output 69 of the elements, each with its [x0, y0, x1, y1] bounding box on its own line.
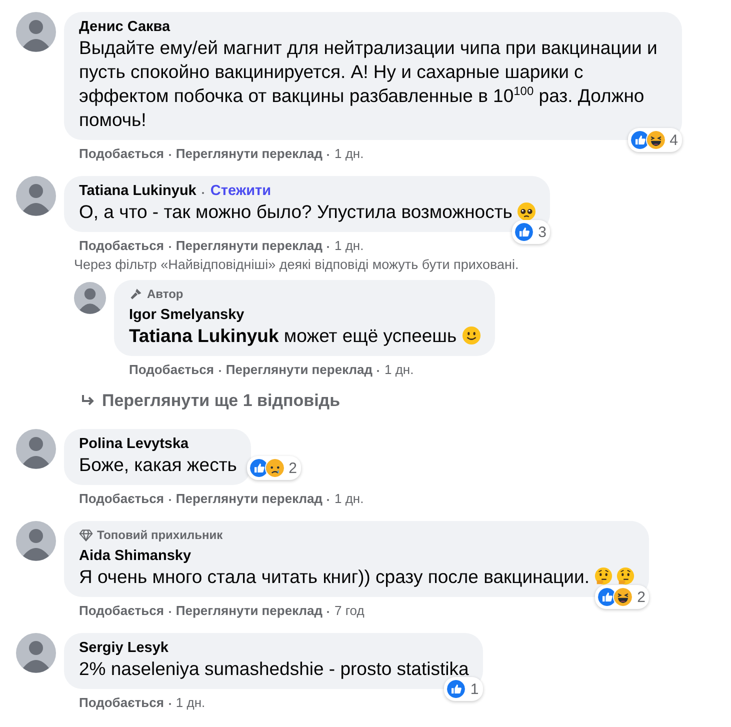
avatar[interactable]	[16, 429, 56, 469]
timestamp[interactable]: 1 дн.	[384, 362, 414, 377]
badge-label: Автор	[147, 287, 184, 301]
smiling-emoji-icon	[462, 326, 481, 345]
reaction-pill[interactable]: 2	[595, 585, 650, 609]
laughing-emoji-icon	[646, 130, 666, 150]
timestamp[interactable]: 1 дн.	[334, 491, 364, 506]
like-icon	[514, 222, 534, 242]
separator-dot	[327, 246, 330, 248]
author-name[interactable]: Денис Саква	[79, 19, 170, 35]
author-name[interactable]: Igor Smelyansky	[129, 307, 244, 323]
reaction-pill[interactable]: 3	[512, 220, 550, 244]
comment-text: О, а что - так можно было? Упустила возможность	[79, 201, 512, 222]
action-link[interactable]: Переглянути переклад	[176, 491, 322, 506]
separator-dot	[327, 611, 330, 613]
reaction-pill[interactable]: 2	[246, 456, 301, 480]
action-link[interactable]: Подобається	[79, 491, 164, 506]
action-link[interactable]: Подобається	[79, 695, 164, 710]
action-link[interactable]: Подобається	[79, 146, 164, 161]
separator-dot	[327, 154, 330, 156]
avatar[interactable]	[16, 12, 56, 52]
author-name[interactable]: Aida Shimansky	[79, 548, 192, 564]
action-link[interactable]: Переглянути переклад	[176, 238, 322, 253]
separator-dot	[168, 154, 171, 156]
thinking-emoji-icon	[594, 567, 614, 586]
thinking-emoji-icon	[616, 567, 636, 586]
badge-label: Топовий прихильник	[97, 528, 223, 542]
follow-link[interactable]: Стежити	[210, 183, 272, 199]
like-icon	[446, 679, 466, 699]
action-link[interactable]: Переглянути переклад	[226, 362, 372, 377]
separator-dot	[202, 192, 204, 194]
action-link[interactable]: Переглянути переклад	[176, 603, 322, 618]
laughing-emoji-icon	[613, 587, 634, 607]
pleading-emoji-icon	[517, 202, 536, 221]
separator-dot	[377, 370, 380, 372]
comment-text: Боже, какая жесть	[79, 454, 237, 475]
comment-text: Tatiana Lukinyuk может ещё успеешь	[129, 325, 457, 346]
reaction-pill[interactable]: 1	[444, 677, 483, 701]
author-name[interactable]: Sergiy Lesyk	[79, 640, 168, 656]
separator-dot	[168, 611, 171, 613]
action-link[interactable]: Подобається	[79, 238, 164, 253]
comment-text: 2% naseleniya sumashedshie - prosto statistika	[79, 658, 469, 679]
crying-emoji-icon	[264, 458, 285, 478]
separator-dot	[168, 499, 171, 501]
timestamp[interactable]: 1 дн.	[334, 146, 364, 161]
timestamp[interactable]: 1 дн.	[176, 695, 206, 710]
diamond-icon	[79, 528, 93, 542]
mention-link[interactable]: Tatiana Lukinyuk	[129, 325, 279, 346]
comment-text: Выдайте ему/ей магнит для нейтрализации чипа при вакцинации и пусть спокойно вакцинируется. А! Ну и сахарные шарики с эффектом побочка от вакцины разбавленные в 10$^{100}$ раз. Должно помочь!	[79, 37, 658, 130]
separator-dot	[168, 703, 171, 705]
reaction-pill[interactable]: 4	[628, 128, 682, 152]
avatar[interactable]	[16, 176, 56, 216]
separator-dot	[168, 246, 171, 248]
author-name[interactable]: Tatiana Lukinyuk	[79, 183, 196, 199]
microphone-icon	[129, 287, 143, 301]
separator-dot	[327, 499, 330, 501]
timestamp[interactable]: 1 дн.	[334, 238, 364, 253]
more-replies-link[interactable]: Переглянути ще 1 відповідь	[102, 391, 340, 411]
timestamp[interactable]: 7 год	[334, 603, 364, 618]
action-link[interactable]: Подобається	[129, 362, 214, 377]
separator-dot	[218, 370, 221, 372]
avatar[interactable]	[16, 633, 56, 673]
filter-note: Через фільтр «Найвідповідніші» деякі відповіді можуть бути приховані.	[74, 257, 520, 272]
author-name[interactable]: Polina Levytska	[79, 436, 189, 452]
action-link[interactable]: Переглянути переклад	[176, 146, 322, 161]
avatar[interactable]	[74, 282, 106, 314]
action-link[interactable]: Подобається	[79, 603, 164, 618]
comment-text: Я очень много стала читать книг)) сразу после вакцинации.	[79, 566, 590, 587]
avatar[interactable]	[16, 521, 56, 561]
